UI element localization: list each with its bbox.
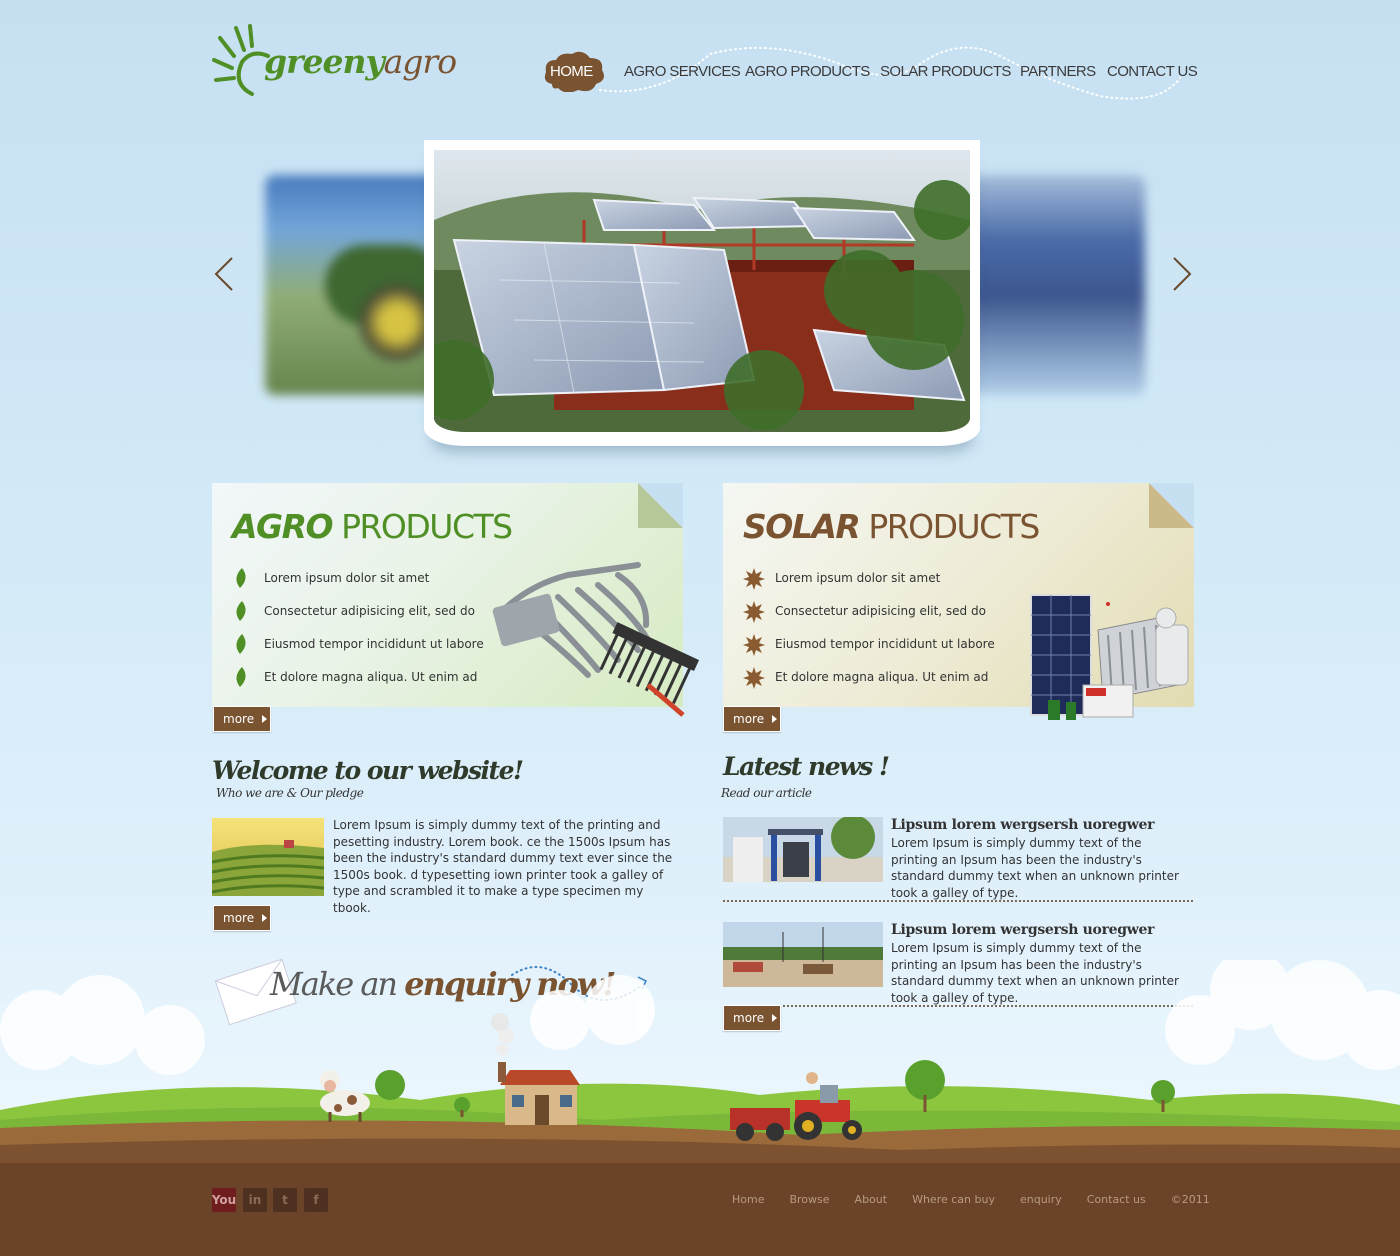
solar-products-title: SOLAR PRODUCTS [743, 507, 1040, 546]
list-item-text: Eiusmod tempor incididunt ut labore [264, 636, 484, 651]
news-image-1[interactable] [723, 817, 883, 882]
list-item: Lorem ipsum dolor sit amet [232, 561, 484, 594]
leaf-icon [236, 567, 246, 588]
youtube-icon[interactable]: You [212, 1188, 236, 1212]
list-item-text: Et dolore magna aliqua. Ut enim ad [264, 669, 478, 684]
solar-kit-image [1030, 594, 1189, 720]
footer [0, 1163, 1400, 1256]
agro-products-title: AGRO PRODUCTS [232, 507, 513, 546]
list-item: Consectetur adipisicing elit, sed do [743, 594, 995, 627]
footer-link-about[interactable]: About [855, 1193, 888, 1209]
facebook-icon[interactable]: f [304, 1188, 328, 1212]
news-item-title[interactable]: Lipsum lorem wergsersh uoregwer [891, 817, 1154, 833]
list-item-text: Et dolore magna aliqua. Ut enim ad [775, 669, 989, 684]
list-item: Et dolore magna aliqua. Ut enim ad [743, 660, 995, 693]
more-label: more [223, 911, 255, 925]
leaf-icon [236, 666, 246, 687]
page-fold-corner [1149, 483, 1194, 528]
solar-panels-photo [434, 150, 970, 432]
welcome-text: Lorem Ipsum is simply dummy text of the … [333, 818, 673, 915]
nav-contact-us[interactable]: CONTACT US [1107, 63, 1198, 80]
list-item: Consectetur adipisicing elit, sed do [232, 594, 484, 627]
main-nav: HOME AGRO SERVICES AGRO PRODUCTS SOLAR P… [540, 46, 1200, 106]
nav-home-label: HOME [550, 63, 593, 80]
footer-link-browse[interactable]: Browse [789, 1193, 829, 1209]
list-item-text: Lorem ipsum dolor sit amet [775, 570, 941, 585]
footer-link-home[interactable]: Home [732, 1193, 764, 1209]
agro-tools-image [492, 562, 700, 717]
list-item-text: Eiusmod tempor incididunt ut labore [775, 636, 995, 651]
landscape-illustration [0, 960, 1400, 1170]
agro-products-list: Lorem ipsum dolor sit amet Consectetur a… [232, 561, 484, 693]
welcome-title: Welcome to our website! [212, 756, 524, 785]
list-item: Et dolore magna aliqua. Ut enim ad [232, 660, 484, 693]
solar-products-list: Lorem ipsum dolor sit amet Consectetur a… [743, 561, 995, 693]
list-item: Eiusmod tempor incididunt ut labore [232, 627, 484, 660]
farm-field-image [212, 818, 324, 896]
agro-more-button[interactable]: more [213, 706, 271, 732]
footer-link-where-can-buy[interactable]: Where can buy [912, 1193, 995, 1209]
list-item-text: Consectetur adipisicing elit, sed do [775, 603, 986, 618]
news-item-title[interactable]: Lipsum lorem wergsersh uoregwer [891, 922, 1154, 938]
footer-link-enquiry[interactable]: enquiry [1020, 1193, 1062, 1209]
leaf-icon [236, 633, 246, 654]
brand-name-part2: agro [383, 42, 457, 81]
news-title: Latest news ! [723, 752, 890, 781]
nav-home[interactable]: HOME [542, 50, 604, 92]
more-label: more [223, 712, 255, 726]
sun-bullet-icon [743, 600, 765, 623]
logo[interactable]: greenyagro [212, 24, 457, 104]
welcome-subtitle: Who we are & Our pledge [216, 786, 364, 800]
slider-next-arrow-icon[interactable] [1170, 254, 1196, 294]
nav-partners[interactable]: PARTNERS [1020, 63, 1096, 80]
sun-bullet-icon [743, 666, 765, 689]
linkedin-icon[interactable]: in [243, 1188, 267, 1212]
list-item: Lorem ipsum dolor sit amet [743, 561, 995, 594]
welcome-more-button[interactable]: more [213, 905, 271, 931]
nav-agro-services[interactable]: AGRO SERVICES [624, 63, 741, 80]
list-item: Eiusmod tempor incididunt ut labore [743, 627, 995, 660]
nav-solar-products[interactable]: SOLAR PRODUCTS [880, 63, 1011, 80]
solar-panels-illustration [434, 150, 970, 432]
footer-link-contact-us[interactable]: Contact us [1087, 1193, 1146, 1209]
news-subtitle: Read our article [721, 786, 812, 800]
slider-prev-arrow-icon[interactable] [210, 254, 236, 294]
more-label: more [733, 712, 765, 726]
brand-name-part1: greeny [264, 42, 385, 81]
list-item-text: Consectetur adipisicing elit, sed do [264, 603, 475, 618]
nav-agro-products[interactable]: AGRO PRODUCTS [745, 63, 870, 80]
slide-main[interactable] [424, 140, 980, 446]
leaf-icon [236, 600, 246, 621]
solar-title-bold: SOLAR [743, 507, 861, 546]
news-divider [723, 900, 1193, 902]
sun-bullet-icon [743, 567, 765, 590]
agro-title-bold: AGRO [232, 507, 334, 546]
page-fold-corner [638, 483, 683, 528]
sun-bullet-icon [743, 633, 765, 656]
list-item-text: Lorem ipsum dolor sit amet [264, 570, 430, 585]
sun-icon [212, 24, 270, 96]
brand-name: greenyagro [264, 42, 457, 81]
footer-links: Home Browse About Where can buy enquiry … [732, 1193, 1235, 1209]
news-item-text: Lorem Ipsum is simply dummy text of the … [891, 836, 1179, 900]
solar-title-light: PRODUCTS [868, 507, 1040, 546]
copyright: ©2011 [1170, 1193, 1210, 1206]
solar-more-button[interactable]: more [723, 706, 781, 732]
agro-title-light: PRODUCTS [341, 507, 513, 546]
twitter-icon[interactable]: t [273, 1188, 297, 1212]
